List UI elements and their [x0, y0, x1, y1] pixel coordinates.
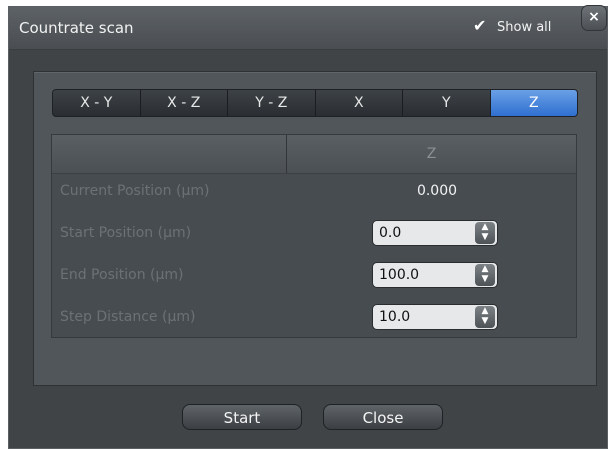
- step-distance-value[interactable]: 10.0: [379, 309, 410, 325]
- step-distance-row: Step Distance (µm) 10.0 ▲ ▼: [52, 301, 576, 335]
- z-column-header: Z: [426, 146, 437, 162]
- table-header: Z: [52, 135, 576, 174]
- title-bar: Countrate scan ✔ Show all ×: [9, 5, 607, 50]
- end-position-row: End Position (µm) 100.0 ▲ ▼: [52, 259, 576, 293]
- spin-arrows-icon[interactable]: ▲ ▼: [475, 264, 495, 286]
- close-icon[interactable]: ×: [581, 5, 607, 31]
- tab-y[interactable]: Y: [403, 90, 491, 116]
- tab-x-y[interactable]: X - Y: [53, 90, 141, 116]
- current-position-label: Current Position (µm): [60, 183, 210, 199]
- spin-arrows-icon[interactable]: ▲ ▼: [475, 222, 495, 244]
- start-position-value[interactable]: 0.0: [379, 225, 401, 241]
- tab-x-z[interactable]: X - Z: [141, 90, 228, 116]
- show-all-toggle[interactable]: Show all: [497, 20, 551, 35]
- tab-y-z[interactable]: Y - Z: [228, 90, 316, 116]
- scan-settings-panel: X - Y X - Z Y - Z X Y Z Z Current Positi…: [33, 71, 597, 386]
- start-position-label: Start Position (µm): [60, 225, 192, 241]
- scan-mode-tabs: X - Y X - Z Y - Z X Y Z: [52, 89, 578, 117]
- current-position-value: 0.000: [416, 183, 458, 199]
- checkmark-icon[interactable]: ✔: [473, 16, 486, 35]
- start-position-row: Start Position (µm) 0.0 ▲ ▼: [52, 217, 576, 251]
- window-title: Countrate scan: [19, 19, 134, 37]
- step-distance-spinbox[interactable]: 10.0 ▲ ▼: [372, 304, 498, 330]
- tab-z[interactable]: Z: [490, 90, 577, 116]
- start-position-spinbox[interactable]: 0.0 ▲ ▼: [372, 220, 498, 246]
- tab-x[interactable]: X: [316, 90, 403, 116]
- spin-arrows-icon[interactable]: ▲ ▼: [475, 306, 495, 328]
- countrate-scan-dialog: Countrate scan ✔ Show all × X - Y X - Z …: [8, 5, 608, 449]
- end-position-value[interactable]: 100.0: [379, 267, 419, 283]
- end-position-label: End Position (µm): [60, 267, 184, 283]
- current-position-row: Current Position (µm) 0.000: [52, 175, 576, 209]
- close-button[interactable]: Close: [323, 404, 443, 430]
- start-button[interactable]: Start: [182, 404, 302, 430]
- end-position-spinbox[interactable]: 100.0 ▲ ▼: [372, 262, 498, 288]
- step-distance-label: Step Distance (µm): [60, 309, 196, 325]
- label-column-header: [52, 135, 287, 173]
- position-table: Z Current Position (µm) 0.000 Start Posi…: [51, 134, 577, 338]
